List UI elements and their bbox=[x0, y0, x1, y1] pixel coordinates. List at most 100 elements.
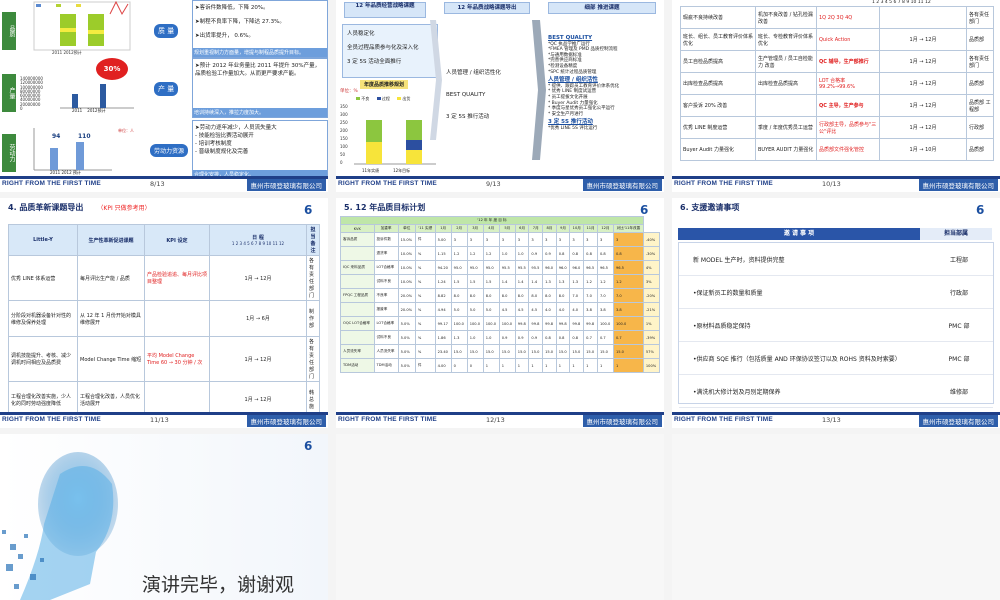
month-cell: 1 bbox=[612, 358, 644, 373]
slide-12[interactable]: 5. 12 年品质目标计划 6 '12 年 年 度 目 标 KVK 加重率 单位 '1… bbox=[336, 198, 664, 428]
actual-cell: 5.00 bbox=[434, 232, 452, 247]
weight-cell: 20.0% bbox=[397, 302, 416, 317]
actual-cell: 1.86 bbox=[434, 330, 452, 345]
task-table: 瑕疵不良持续改善 机加不良改善 / 钻孔检漏改善 1Q 2Q 3Q 4Q 各有责任部门… bbox=[680, 6, 994, 161]
table-row: IQC 来料品质 LOT合格率 10.0%% 94.20 95.0 95.0 95.0 95.… bbox=[340, 260, 661, 275]
group-cell: 人员流失率 bbox=[340, 344, 375, 359]
quality-banner: 规划重视制力方面量，增提与制程品质提升目标。 bbox=[193, 48, 327, 57]
month-cell: 8.0 bbox=[450, 288, 468, 303]
month-cell: 8.0 bbox=[528, 288, 544, 303]
innovation-table: Little-Y 生产性革新促进课题 KPI 设定 日 程1 2 3 4 5 6… bbox=[8, 224, 320, 418]
month-cell: 99.8 bbox=[528, 316, 544, 331]
item-cell: LOT合格率 bbox=[373, 316, 399, 331]
support-item-text: •原材料品质稳定保持 bbox=[693, 322, 751, 330]
growth-burst: 30% bbox=[96, 58, 128, 80]
kpi-cell: Quick Action bbox=[816, 28, 880, 51]
month-cell: 3 bbox=[612, 232, 644, 247]
group-cell bbox=[340, 246, 375, 261]
table-row: Buyer Audit 力量强化 BUYER AUDIT 力量强化 品质部文件强化管… bbox=[680, 138, 994, 161]
table-row: TDM活动 TDM活动 5.0% 件 4.00 0 0 1 1 1 1 1 1 1 1 1 1 100% bbox=[340, 358, 661, 373]
company-logo: 6 bbox=[304, 203, 313, 217]
btn-production[interactable]: 产 量 bbox=[154, 82, 179, 96]
improve-cell: 1% bbox=[642, 316, 661, 331]
legend-swatch-c bbox=[76, 4, 81, 7]
kpi-cell: 行政部主导，品质参与"三公"评比 bbox=[816, 116, 880, 139]
schedule-cell: 1月 → 12月 bbox=[879, 116, 967, 139]
slide-footer: RIGHT FROM THE FIRST TIME 13/13 惠州市硕登玻璃有… bbox=[672, 412, 1000, 428]
col-kpi: KPI 设定 bbox=[144, 224, 210, 256]
month-cell: 15.0 bbox=[569, 344, 585, 359]
support-item: •供应商 SQE 推行（包括质量 AND 环保协议签订以及 ROHS 资料及时索… bbox=[679, 342, 993, 375]
footer-company: 惠州市硕登玻璃有限公司 bbox=[246, 415, 326, 427]
month-cell: 0.9 bbox=[528, 246, 544, 261]
month-cell: 15.0 bbox=[466, 344, 484, 359]
company-logo: 6 bbox=[304, 439, 313, 453]
table-row: 班长、组长、员工教育评价体系优化 班长、专检教育评价体系优化 Quick Actio… bbox=[680, 28, 994, 51]
schedule-cell: 1月 → 12月 bbox=[879, 72, 967, 95]
slide-9[interactable]: 12 年品质经营战略课题 12 年品质战略课题导出 细部 推进课题 人员稳定化 … bbox=[336, 0, 664, 192]
col-header: 对比'11年改善 bbox=[612, 224, 644, 233]
month-cell: 0.9 bbox=[498, 330, 516, 345]
task-cell: 瑕疵不良持续改善 bbox=[680, 6, 756, 29]
month-cell: 100.0 bbox=[596, 316, 614, 331]
production-ticks: 140000000 120000000 100000000 80000000 60000… bbox=[20, 76, 43, 112]
slide-8[interactable]: 品质 产量 劳动力 2011 2012预计 140000000 120000000… bbox=[0, 0, 328, 192]
support-item: •原材料品质稳定保持 PMC 部 bbox=[679, 309, 993, 342]
quality-label: 品质 bbox=[2, 12, 16, 50]
month-cell: 3 bbox=[569, 232, 585, 247]
month-cell: 3 bbox=[514, 232, 530, 247]
slide-thanks[interactable]: 6 演讲完毕，谢谢观 bbox=[0, 434, 328, 600]
month-cell: 1 bbox=[498, 358, 516, 373]
group-cell: IQC 来料品质 bbox=[340, 260, 375, 275]
month-cell: 0.7 bbox=[596, 330, 614, 345]
page-number: 11/13 bbox=[150, 416, 169, 424]
footer-company: 惠州市硕登玻璃有限公司 bbox=[582, 415, 662, 427]
month-cell: 0.8 bbox=[596, 246, 614, 261]
little-y-cell: 分阶段对机器设备针对性的维修及保养处理 bbox=[8, 300, 78, 337]
improve-cell: -21% bbox=[642, 302, 661, 317]
page-number: 10/13 bbox=[822, 180, 841, 188]
schedule-cell: 1月 → 10月 bbox=[879, 138, 967, 161]
task-cell: 优秀 LINE 制度运营 bbox=[680, 116, 756, 139]
month-cell: 95.0 bbox=[450, 260, 468, 275]
month-cell: 3.8 bbox=[596, 302, 614, 317]
owner-cell: 各有责任部门 bbox=[966, 50, 994, 73]
month-cell: 1.2 bbox=[482, 246, 500, 261]
month-cell: 3.8 bbox=[583, 302, 598, 317]
slide-10[interactable]: 1 2 3 4 5 6 7 8 9 10 11 12 瑕疵不良持续改善 机加不良改… bbox=[672, 0, 1000, 192]
improve-cell: -20% bbox=[642, 288, 661, 303]
group-cell bbox=[340, 302, 375, 317]
slide-footer: RIGHT FROM THE FIRST TIME 12/13 惠州市硕登玻璃有… bbox=[336, 412, 664, 428]
slide-11[interactable]: 4. 品质革新课题导出 （KPI 只做参考用） 6 Little-Y 生产性革新促… bbox=[0, 198, 328, 428]
month-cell: 1 bbox=[583, 358, 598, 373]
svg-text:200: 200 bbox=[340, 128, 348, 133]
month-cell: 0 bbox=[450, 358, 468, 373]
unit-cell: 件 bbox=[414, 358, 436, 373]
trend-bar-2012-a bbox=[406, 120, 422, 140]
schedule-cell: 1月 → 12月 bbox=[879, 28, 967, 51]
item-cell: 投诉件数 bbox=[373, 232, 399, 247]
kpi-note: （KPI 只做参考用） bbox=[97, 205, 151, 212]
col-header: 4月 bbox=[482, 224, 500, 233]
target-table: '12 年 年 度 目 标 KVK 加重率 单位 '11 实绩 1月 2月 3月 4月 5月 6月… bbox=[340, 216, 661, 373]
month-cell: 1.0 bbox=[498, 246, 516, 261]
month-cell: 4.5 bbox=[528, 302, 544, 317]
month-cell: 3.8 bbox=[612, 302, 644, 317]
labor-unit: 单位：人 bbox=[118, 128, 134, 133]
footer-slogan: RIGHT FROM THE FIRST TIME bbox=[338, 416, 437, 423]
month-cell: 15.0 bbox=[612, 344, 644, 359]
weight-cell: 5.0% bbox=[397, 344, 416, 359]
digital-head-illustration bbox=[2, 452, 118, 600]
btn-quality[interactable]: 质 量 bbox=[154, 24, 179, 38]
month-cell: 15.0 bbox=[528, 344, 544, 359]
month-cell: 15.0 bbox=[596, 344, 614, 359]
month-cell: 8.0 bbox=[542, 288, 557, 303]
slide-13[interactable]: 6. 支援邀请事项 6 邀 请 事 项 担当部属 新 MODEL 生产时，资料提… bbox=[672, 198, 1000, 428]
slide-footer: RIGHT FROM THE FIRST TIME 10/13 惠州市硕登玻璃有… bbox=[672, 176, 1000, 192]
item-cell: 报废率 bbox=[373, 302, 399, 317]
month-cell: 4.5 bbox=[514, 302, 530, 317]
schedule-cell: 1月 → 12月 bbox=[209, 255, 307, 301]
btn-labor[interactable]: 劳动力资源 bbox=[150, 144, 189, 157]
month-cell: 1 bbox=[555, 358, 571, 373]
month-cell: 96.5 bbox=[612, 260, 644, 275]
